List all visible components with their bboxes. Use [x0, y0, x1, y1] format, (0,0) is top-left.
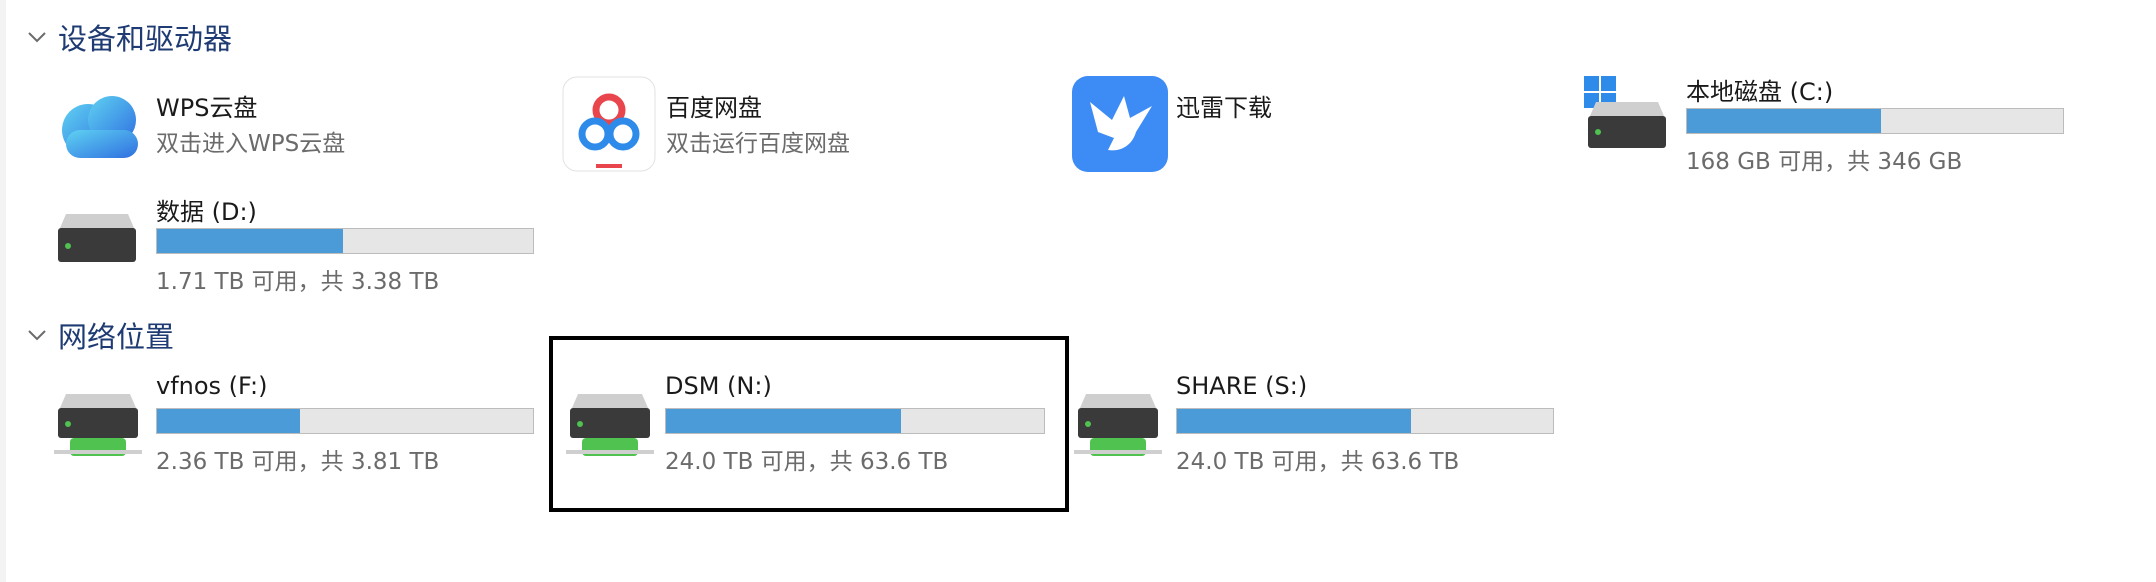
capacity-bar: [1686, 108, 2064, 134]
wps-cloud-icon: [62, 96, 138, 158]
capacity-bar-fill: [157, 229, 343, 253]
network-drive-icon: [566, 394, 654, 456]
capacity-text: 168 GB 可用，共 346 GB: [1686, 149, 1963, 175]
section-header-network[interactable]: 网络位置: [26, 314, 174, 356]
device-item-baidu[interactable]: 百度网盘 双击运行百度网盘: [562, 76, 1062, 186]
capacity-bar: [1176, 408, 1554, 434]
network-drive-icon: [1074, 394, 1162, 456]
item-name: 本地磁盘 (C:): [1686, 78, 1834, 106]
drive-item-f[interactable]: vfnos (F:) 2.36 TB 可用，共 3.81 TB: [52, 372, 552, 482]
device-item-wps[interactable]: WPS云盘 双击进入WPS云盘: [52, 76, 552, 186]
capacity-bar-fill: [666, 409, 902, 433]
hard-drive-icon: [58, 214, 136, 262]
item-name: 迅雷下载: [1176, 94, 1272, 122]
chevron-down-icon: [28, 330, 46, 341]
section-title: 设备和驱动器: [58, 22, 233, 56]
network-drive-icon: [54, 394, 142, 456]
drive-item-c[interactable]: 本地磁盘 (C:) 168 GB 可用，共 346 GB: [1582, 76, 2142, 186]
capacity-bar: [665, 408, 1045, 434]
device-item-xunlei[interactable]: 迅雷下载: [1072, 76, 1572, 186]
item-name: SHARE (S:): [1176, 372, 1308, 400]
capacity-bar-fill: [1687, 109, 1881, 133]
section-header-devices[interactable]: 设备和驱动器: [26, 16, 232, 58]
capacity-bar-fill: [1177, 409, 1412, 433]
drive-item-s[interactable]: SHARE (S:) 24.0 TB 可用，共 63.6 TB: [1072, 372, 1572, 482]
capacity-bar-fill: [157, 409, 301, 433]
capacity-text: 24.0 TB 可用，共 63.6 TB: [665, 449, 949, 475]
capacity-text: 1.71 TB 可用，共 3.38 TB: [156, 269, 440, 295]
item-name: 数据 (D:): [156, 198, 257, 226]
item-name: vfnos (F:): [156, 372, 268, 400]
capacity-bar: [156, 228, 534, 254]
item-subtitle: 双击运行百度网盘: [666, 131, 850, 157]
baidu-netdisk-icon: [562, 76, 656, 172]
item-subtitle: 双击进入WPS云盘: [156, 131, 346, 157]
item-name: 百度网盘: [666, 94, 762, 122]
xunlei-bird-icon: [1072, 76, 1168, 172]
capacity-text: 2.36 TB 可用，共 3.81 TB: [156, 449, 440, 475]
drive-item-d[interactable]: 数据 (D:) 1.71 TB 可用，共 3.38 TB: [52, 196, 612, 306]
chevron-down-icon: [28, 32, 46, 43]
item-name: WPS云盘: [156, 94, 258, 122]
capacity-bar: [156, 408, 534, 434]
section-title: 网络位置: [58, 320, 175, 354]
left-edge: [0, 0, 6, 582]
windows-drive-icon: [1584, 76, 1666, 148]
capacity-text: 24.0 TB 可用，共 63.6 TB: [1176, 449, 1460, 475]
drive-item-n[interactable]: DSM (N:) 24.0 TB 可用，共 63.6 TB: [549, 336, 1069, 512]
item-name: DSM (N:): [665, 372, 772, 400]
